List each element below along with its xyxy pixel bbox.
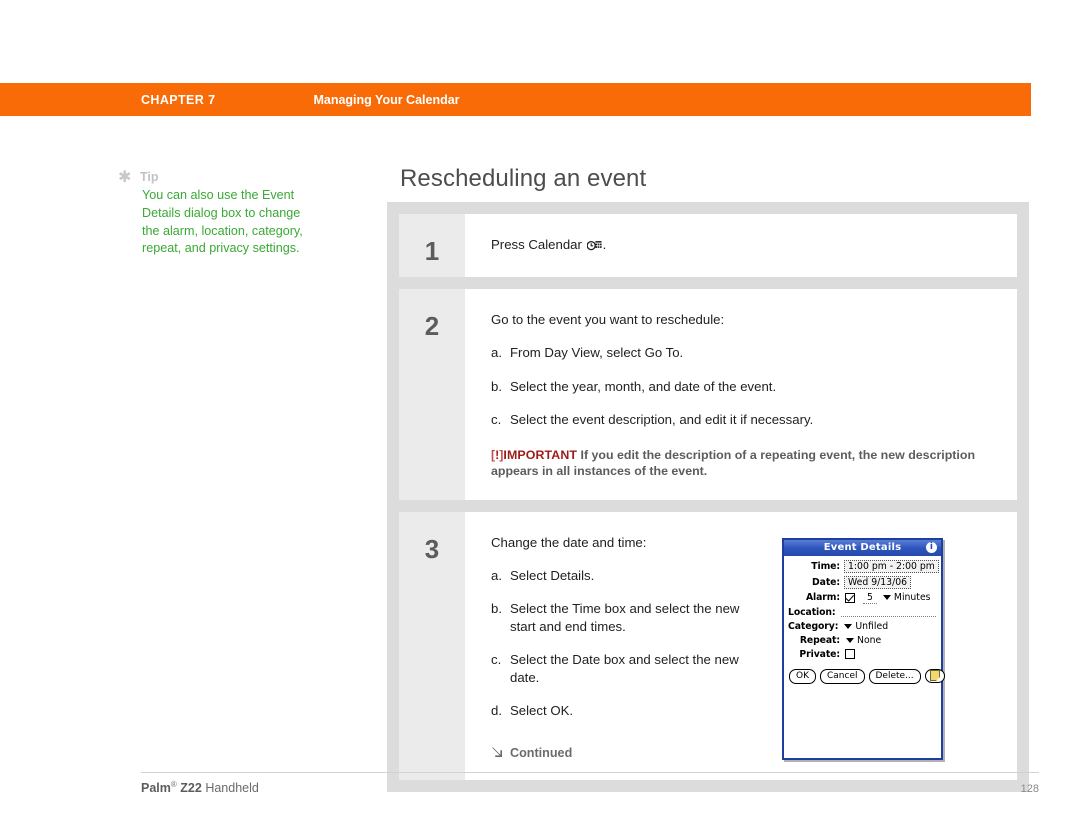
continued-indicator: Continued (491, 746, 746, 761)
delete-button[interactable]: Delete... (868, 668, 921, 684)
chapter-label: CHAPTER 7 (141, 92, 216, 107)
chevron-down-icon[interactable] (846, 637, 854, 643)
time-value[interactable]: 1:00 pm - 2:00 pm (844, 559, 939, 573)
step-instructions: Change the date and time: a. Select Deta… (491, 534, 746, 761)
private-checkbox[interactable] (845, 649, 855, 659)
step-content: Go to the event you want to reschedule: … (465, 289, 1017, 500)
asterisk-icon: ✱ (118, 169, 132, 186)
step-row: 2 Go to the event you want to reschedule… (399, 289, 1017, 500)
arrow-down-right-icon (491, 746, 503, 761)
tip-block: ✱ Tip You can also use the Event Details… (118, 170, 318, 258)
continued-label: Continued (510, 745, 573, 760)
alarm-label: Alarm: (805, 592, 840, 603)
footer-model: Z22 (180, 781, 202, 796)
page-footer: Palm® Z22 Handheld 128 (141, 772, 1039, 795)
alarm-amount[interactable]: 5 (863, 592, 877, 604)
dialog-buttons: OK Cancel Delete... (784, 666, 945, 688)
substep-marker: a. (491, 567, 502, 583)
date-field-row: Date: Wed 9/13/06 (788, 575, 936, 589)
date-label: Date: (812, 576, 840, 588)
list-item: b. Select the year, month, and date of t… (491, 378, 1001, 396)
location-field-row: Location: (788, 607, 936, 618)
substep-marker: a. (491, 345, 502, 360)
tip-title: Tip (140, 170, 159, 184)
location-label: Location: (788, 606, 836, 618)
page-title: Rescheduling an event (400, 165, 647, 192)
step-text: Change the date and time: (491, 534, 647, 550)
list-item: c. Select the event description, and edi… (491, 411, 1001, 429)
event-details-dialog: Event Details i Time: 1:00 pm - 2:00 pm … (782, 537, 945, 761)
substep-list: a. Select Details. b. Select the Time bo… (491, 567, 746, 720)
dialog-fields: Time: 1:00 pm - 2:00 pm Date: Wed 9/13/0… (784, 556, 941, 666)
important-word: IMPORTANT (503, 447, 578, 462)
substep-list: a. From Day View, select Go To. b. Selec… (491, 344, 1001, 429)
footer-product: Handheld (205, 781, 259, 796)
step-text: Go to the event you want to reschedule: (491, 312, 725, 327)
tip-body: You can also use the Event Details dialo… (142, 188, 303, 256)
substep-marker: b. (491, 378, 502, 394)
step-text-before: Press Calendar (491, 237, 582, 252)
ok-button[interactable]: OK (789, 668, 816, 684)
chevron-down-icon[interactable] (882, 595, 891, 600)
substep-text: Select the year, month, and date of the … (510, 378, 777, 394)
dialog-illustration: Event Details i Time: 1:00 pm - 2:00 pm … (746, 534, 1001, 761)
substep-marker: c. (491, 652, 502, 667)
step-number: 2 (399, 289, 465, 500)
list-item: a. From Day View, select Go To. (491, 344, 1001, 362)
alarm-unit[interactable]: Minutes (894, 592, 931, 603)
substep-text: Select Details. (510, 567, 595, 583)
substep-text: Select the Date box and select the new d… (510, 652, 739, 685)
private-field-row: Private: (788, 649, 936, 660)
section-title: Managing Your Calendar (313, 92, 460, 107)
steps-container: 1 Press Calendar . 2 Go to the event you… (387, 202, 1029, 793)
calendar-button-icon (586, 238, 602, 255)
category-field-row: Category: Unfiled (788, 621, 936, 632)
important-callout: [!]IMPORTANT If you edit the description… (491, 447, 1001, 480)
note-button[interactable] (924, 669, 945, 683)
substep-marker: d. (491, 703, 502, 718)
substep-text: Select the Time box and select the new s… (510, 601, 740, 634)
private-label: Private: (799, 648, 840, 660)
tip-header: ✱ Tip (118, 169, 318, 186)
list-item: c. Select the Date box and select the ne… (491, 651, 746, 686)
step-text: Press Calendar . (491, 236, 1001, 255)
chapter-header-bar: CHAPTER 7 Managing Your Calendar (0, 83, 1031, 116)
list-item: a. Select Details. (491, 567, 746, 585)
substep-text: From Day View, select Go To. (510, 345, 684, 360)
dialog-title-bar: Event Details i (784, 539, 941, 556)
alarm-checkbox[interactable] (845, 592, 855, 603)
page-number: 128 (1020, 783, 1039, 796)
list-item: d. Select OK. (491, 702, 746, 720)
step-content: Change the date and time: a. Select Deta… (465, 512, 1017, 781)
category-value[interactable]: Unfiled (855, 621, 888, 632)
chevron-down-icon[interactable] (844, 623, 853, 629)
step-content: Press Calendar . (465, 214, 1017, 277)
step-row: 3 Change the date and time: a. Select De… (399, 511, 1017, 781)
repeat-field-row: Repeat: None (788, 635, 936, 646)
info-icon[interactable]: i (926, 541, 937, 553)
date-value[interactable]: Wed 9/13/06 (844, 575, 912, 589)
footer-product-line: Palm® Z22 Handheld (141, 780, 259, 795)
registered-mark-icon: ® (170, 780, 177, 789)
substep-marker: b. (491, 601, 502, 616)
step-row: 1 Press Calendar . (399, 214, 1017, 277)
step-text-after: . (602, 237, 607, 252)
note-icon (929, 670, 940, 681)
dialog-title: Event Details (823, 541, 902, 553)
location-input[interactable] (840, 607, 936, 617)
repeat-label: Repeat: (799, 634, 840, 646)
step-number: 1 (399, 214, 465, 277)
time-label: Time: (811, 560, 840, 572)
alarm-field-row: Alarm: 5 Minutes (788, 592, 936, 604)
step-number: 3 (399, 511, 465, 781)
substep-marker: c. (491, 412, 502, 427)
time-field-row: Time: 1:00 pm - 2:00 pm (788, 559, 939, 573)
category-label: Category: (788, 620, 839, 632)
footer-brand: Palm (141, 781, 171, 796)
substep-text: Select OK. (510, 703, 574, 718)
list-item: b. Select the Time box and select the ne… (491, 600, 746, 635)
substep-text: Select the event description, and edit i… (510, 412, 814, 427)
repeat-value[interactable]: None (857, 635, 881, 646)
cancel-button[interactable]: Cancel (820, 668, 865, 684)
